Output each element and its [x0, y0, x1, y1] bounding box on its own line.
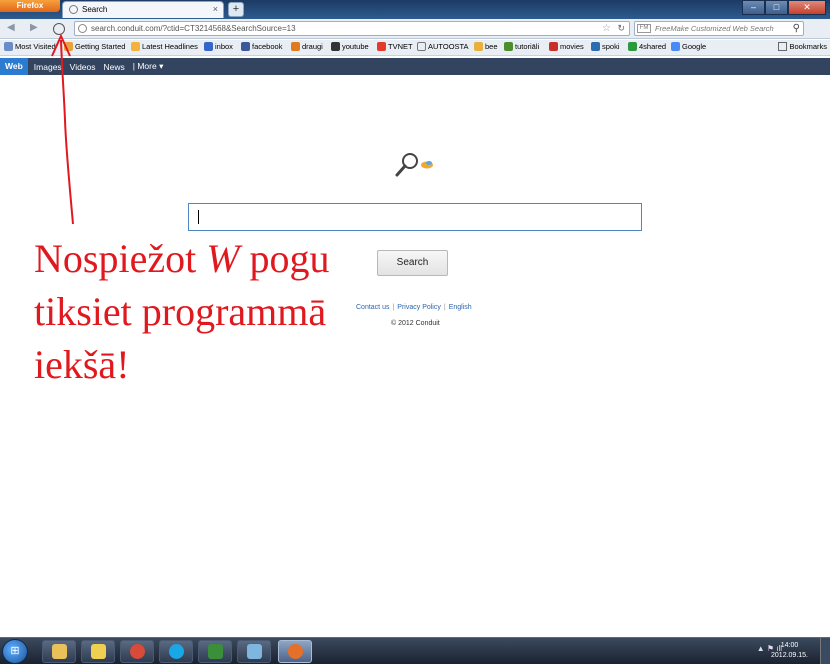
bookmark-icon — [4, 42, 13, 51]
contact-us-link[interactable]: Contact us — [356, 304, 389, 311]
annotation-line-1: Nospiežot W pogu — [34, 236, 330, 281]
notes-icon — [246, 644, 262, 659]
page-icon — [417, 42, 426, 51]
clock-date: 2012.09.15. — [771, 652, 808, 659]
close-button[interactable]: ✕ — [788, 0, 826, 15]
bookmarks-menu-button[interactable]: Bookmarks — [778, 42, 827, 51]
minimize-button[interactable]: – — [742, 0, 765, 15]
bookmark-google[interactable]: Google — [671, 42, 706, 51]
folder-icon — [51, 644, 67, 659]
privacy-policy-link[interactable]: Privacy Policy — [397, 304, 441, 311]
bookmark-movies[interactable]: movies — [549, 42, 584, 51]
tab-title: Search — [82, 5, 108, 14]
taskbar-app-terminal[interactable] — [198, 640, 232, 663]
back-icon[interactable]: ◀ — [7, 22, 15, 33]
globe-icon — [69, 5, 78, 15]
firefox-icon — [287, 644, 303, 659]
rss-icon — [131, 42, 140, 51]
taskbar-app-explorer[interactable] — [42, 640, 76, 663]
nav-web[interactable]: Web — [0, 58, 28, 75]
bookmark-tvnet[interactable]: TVNET — [377, 42, 413, 51]
taskbar-app-notes[interactable] — [237, 640, 271, 663]
nav-videos[interactable]: Videos — [70, 62, 96, 72]
bookmark-youtube[interactable]: youtube — [331, 42, 369, 51]
search-placeholder: FreeMake Customized Web Search — [655, 24, 774, 33]
address-bar[interactable]: search.conduit.com/?ctid=CT3214568&Searc… — [74, 21, 630, 36]
facebook-icon — [241, 42, 250, 51]
4shared-icon — [628, 42, 637, 51]
title-bar: Firefox Search × + – □ ✕ — [0, 0, 830, 19]
annotation-line-3: iekšā! — [34, 342, 130, 387]
terminal-icon — [207, 644, 223, 659]
browser-search-box[interactable]: FM FreeMake Customized Web Search ⚲ — [634, 21, 804, 36]
taskbar-app-skype[interactable] — [159, 640, 193, 663]
bookmark-draugi[interactable]: draugi — [291, 42, 323, 51]
language-link[interactable]: English — [449, 304, 472, 311]
conduit-logo-icon — [395, 153, 433, 177]
link-separator: | — [443, 304, 446, 311]
bookmark-star-icon[interactable]: ☆ — [602, 22, 611, 35]
url-text: search.conduit.com/?ctid=CT3214568&Searc… — [91, 24, 296, 33]
bookmark-icon — [64, 42, 73, 51]
bookmark-tutoriali[interactable]: tutoriāli — [504, 42, 539, 51]
start-button[interactable]: ⊞ — [2, 639, 28, 664]
site-identity-icon[interactable] — [78, 24, 87, 33]
mail-icon — [204, 42, 213, 51]
google-icon — [671, 42, 680, 51]
taskbar-app-media[interactable] — [81, 640, 115, 663]
bee-icon — [474, 42, 483, 51]
nav-more[interactable]: | More ▾ — [133, 61, 164, 72]
bookmark-4shared[interactable]: 4shared — [628, 42, 666, 51]
taskbar-app-chrome[interactable] — [120, 640, 154, 663]
youtube-icon — [331, 42, 340, 51]
text-caret — [198, 210, 199, 224]
copyright: © 2012 Conduit — [391, 320, 440, 327]
footer-links: Contact us | Privacy Policy | English — [356, 304, 472, 311]
taskbar-app-firefox[interactable] — [278, 640, 312, 663]
navigation-toolbar: ◀ ▶ search.conduit.com/?ctid=CT3214568&S… — [0, 19, 830, 39]
search-engine-icon[interactable]: FM — [637, 24, 651, 33]
annotation-text: Nospiežot W pogu tiksiet programmā iekšā… — [34, 232, 330, 391]
bookmark-inbox[interactable]: inbox — [204, 42, 233, 51]
search-input[interactable] — [188, 203, 642, 231]
bookmark-spoki[interactable]: spoki — [591, 42, 620, 51]
new-tab-button[interactable]: + — [228, 2, 244, 17]
annotation-line-2: tiksiet programmā — [34, 289, 327, 334]
link-separator: | — [392, 304, 395, 311]
reload-icon[interactable]: ↻ — [617, 22, 625, 35]
firefox-menu-button[interactable]: Firefox — [0, 0, 60, 12]
bookmark-latest-headlines[interactable]: Latest Headlines — [131, 42, 198, 51]
bookmark-autoosta[interactable]: AUTOOSTA — [417, 42, 469, 51]
spoki-icon — [591, 42, 600, 51]
taskbar: ⊞ ▲ ⚑ ıll 14:00 2012.09.15. — [0, 637, 830, 664]
bookmarks-icon — [778, 42, 788, 51]
nav-news[interactable]: News — [104, 62, 125, 72]
media-icon — [90, 644, 106, 659]
bookmark-most-visited[interactable]: Most Visited — [4, 42, 56, 51]
chrome-icon — [129, 644, 145, 659]
bookmark-getting-started[interactable]: Getting Started — [64, 42, 125, 51]
forward-icon[interactable]: ▶ — [30, 22, 38, 33]
search-button[interactable]: Search — [377, 250, 448, 276]
bookmark-facebook[interactable]: facebook — [241, 42, 282, 51]
clock-time: 14:00 — [780, 642, 799, 649]
w-button-icon[interactable] — [53, 23, 65, 35]
window-controls: – □ ✕ — [742, 0, 826, 15]
tab-search[interactable]: Search × — [62, 1, 224, 18]
conduit-nav: Web Images Videos News | More ▾ — [0, 58, 830, 75]
tvnet-icon — [377, 42, 386, 51]
draugi-icon — [291, 42, 300, 51]
skype-icon — [168, 644, 184, 659]
search-icon[interactable]: ⚲ — [793, 22, 800, 35]
bookmarks-toolbar: Most Visited Getting Started Latest Head… — [0, 40, 830, 56]
bookmark-bee[interactable]: bee — [474, 42, 498, 51]
movies-icon — [549, 42, 558, 51]
clock[interactable]: 14:00 2012.09.15. — [771, 641, 808, 661]
maximize-button[interactable]: □ — [765, 0, 788, 15]
tab-close-icon[interactable]: × — [213, 4, 218, 14]
nav-images[interactable]: Images — [34, 62, 62, 72]
tutorials-icon — [504, 42, 513, 51]
show-desktop-button[interactable] — [820, 638, 830, 664]
